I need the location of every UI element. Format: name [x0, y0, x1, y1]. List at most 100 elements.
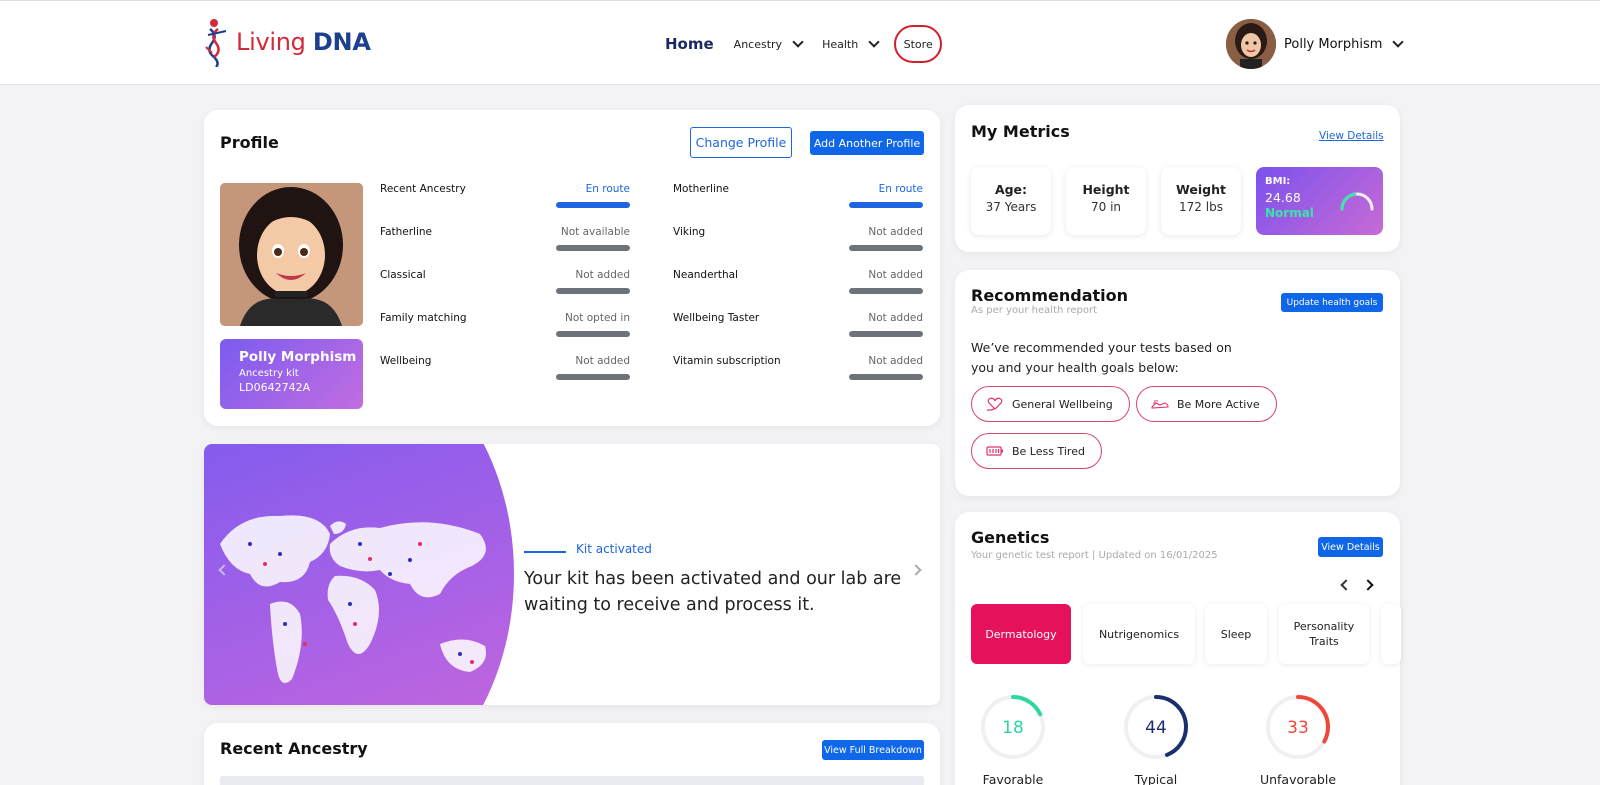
profile-badge-name: Polly Morphism — [239, 349, 357, 365]
ring-value: 44 — [1145, 718, 1167, 738]
tab-next-partial[interactable] — [1381, 604, 1401, 664]
recommendation-card: Recommendation As per your health report… — [955, 270, 1400, 496]
user-menu[interactable]: Polly Morphism — [1226, 19, 1405, 69]
metric-value: 172 lbs — [1179, 200, 1223, 214]
genetics-title: Genetics — [971, 528, 1050, 547]
status-value: Not added — [575, 355, 630, 367]
status-label: Classical — [380, 269, 426, 281]
nav-store[interactable]: Store — [894, 25, 943, 63]
user-name: Polly Morphism — [1284, 36, 1383, 52]
ring-value: 18 — [1002, 718, 1024, 738]
status-label: Fatherline — [380, 226, 433, 238]
view-full-breakdown-button[interactable]: View Full Breakdown — [822, 740, 924, 760]
recommendation-text: We’ve recommended your tests based on yo… — [971, 340, 1232, 375]
status-progress-bar — [556, 331, 630, 337]
pill-label: Be More Active — [1177, 397, 1260, 411]
genetics-view-details-button[interactable]: View Details — [1318, 537, 1383, 557]
tab-personality-traits[interactable]: Personality Traits — [1279, 604, 1369, 664]
status-label: Family matching — [380, 312, 467, 324]
genetics-subtitle: Your genetic test report | Updated on 16… — [971, 550, 1218, 561]
recommendation-title: Recommendation — [971, 286, 1128, 305]
status-value: Not added — [868, 355, 923, 367]
tab-nutrigenomics[interactable]: Nutrigenomics — [1083, 604, 1195, 664]
status-progress-bar — [556, 202, 630, 208]
status-fatherline: Fatherline Not available — [380, 226, 630, 254]
pill-general-wellbeing[interactable]: General Wellbeing — [971, 386, 1130, 422]
score-unfavorable: 33 Unfavorable — [1248, 690, 1348, 785]
update-health-goals-button[interactable]: Update health goals — [1281, 293, 1383, 312]
pill-label: General Wellbeing — [1012, 397, 1113, 411]
status-value: Not available — [560, 226, 630, 238]
status-progress-bar — [556, 374, 630, 380]
status-classical: Classical Not added — [380, 269, 630, 297]
profile-portrait-icon — [220, 183, 363, 326]
status-progress-bar — [849, 245, 923, 251]
chevron-down-icon — [1392, 36, 1405, 48]
nav-health[interactable]: Health — [822, 36, 880, 51]
pill-label: Be Less Tired — [1012, 444, 1085, 458]
tab-sleep[interactable]: Sleep — [1205, 604, 1267, 664]
profile-title: Profile — [220, 133, 279, 152]
genetics-next-arrow[interactable] — [1362, 579, 1374, 591]
status-value: Not added — [575, 269, 630, 281]
banner-accent-line — [524, 551, 566, 553]
banner-message: Your kit has been activated and our lab … — [524, 569, 902, 615]
metric-bmi: BMI: 24.68 Normal — [1256, 167, 1383, 235]
ring-label: Unfavorable — [1259, 772, 1337, 785]
status-value: Not added — [868, 226, 923, 238]
ring-chart: 33 — [1266, 695, 1330, 759]
metric-age: Age: 37 Years — [971, 167, 1051, 235]
status-label: Recent Ancestry — [380, 183, 466, 195]
metric-value: 37 Years — [985, 200, 1037, 214]
status-value: En route — [585, 183, 630, 195]
nav-health-label: Health — [822, 37, 859, 51]
status-value: Not added — [868, 312, 923, 324]
tab-dermatology[interactable]: Dermatology — [971, 604, 1071, 664]
recent-ancestry-card: Recent Ancestry View Full Breakdown — [204, 723, 940, 785]
status-label: Motherline — [673, 183, 729, 195]
nav-ancestry[interactable]: Ancestry — [734, 36, 804, 51]
dna-figure-icon — [205, 19, 227, 67]
status-label: Wellbeing — [380, 355, 432, 367]
change-profile-button[interactable]: Change Profile — [690, 127, 792, 158]
status-progress-bar — [849, 202, 923, 208]
my-metrics-card: My Metrics View Details Age: 37 Years He… — [955, 105, 1400, 252]
chevron-down-icon — [792, 36, 804, 48]
genetics-prev-arrow[interactable] — [1340, 579, 1352, 591]
ring-value: 33 — [1287, 718, 1309, 738]
metric-label: Age: — [994, 182, 1028, 197]
avatar — [1226, 19, 1276, 69]
pill-be-more-active[interactable]: Be More Active — [1136, 386, 1277, 422]
status-label: Viking — [673, 226, 706, 238]
add-another-profile-button[interactable]: Add Another Profile — [810, 131, 924, 155]
metric-label: Height — [1082, 182, 1130, 197]
status-viking: Viking Not added — [673, 226, 923, 254]
status-value: En route — [878, 183, 923, 195]
recent-ancestry-title: Recent Ancestry — [220, 739, 368, 758]
status-motherline: Motherline En route — [673, 183, 923, 211]
status-wellbeing: Wellbeing Not added — [380, 355, 630, 383]
score-typical: 44 Typical — [1106, 690, 1206, 785]
genetics-card: Genetics Your genetic test report | Upda… — [955, 512, 1401, 785]
status-family-matching: Family matching Not opted in — [380, 312, 630, 340]
nav-home[interactable]: Home — [665, 35, 714, 53]
status-vitamin-subscription: Vitamin subscription Not added — [673, 355, 923, 383]
bmi-label: BMI: — [1265, 176, 1291, 187]
metrics-title: My Metrics — [971, 122, 1070, 141]
pill-be-less-tired[interactable]: Be Less Tired — [971, 433, 1102, 469]
ring-chart: 18 — [981, 695, 1045, 759]
profile-badge-kit: Ancestry kit — [239, 368, 299, 379]
status-recent-ancestry: Recent Ancestry En route — [380, 183, 630, 211]
metrics-view-details-link[interactable]: View Details — [1319, 130, 1384, 142]
world-map-icon — [220, 515, 486, 683]
heart-hand-icon — [987, 397, 1003, 411]
top-navigation-bar: Living DNA Home Ancestry Health Store Po… — [0, 0, 1600, 85]
main-nav: Home Ancestry Health Store — [665, 25, 943, 63]
metric-value: 70 in — [1090, 200, 1122, 214]
status-neanderthal: Neanderthal Not added — [673, 269, 923, 297]
metric-label: Weight — [1176, 182, 1226, 197]
living-dna-logo[interactable]: Living DNA — [204, 17, 371, 67]
metric-height: Height 70 in — [1066, 167, 1146, 235]
ring-label: Typical — [1134, 772, 1178, 785]
status-label: Wellbeing Taster — [673, 312, 760, 324]
